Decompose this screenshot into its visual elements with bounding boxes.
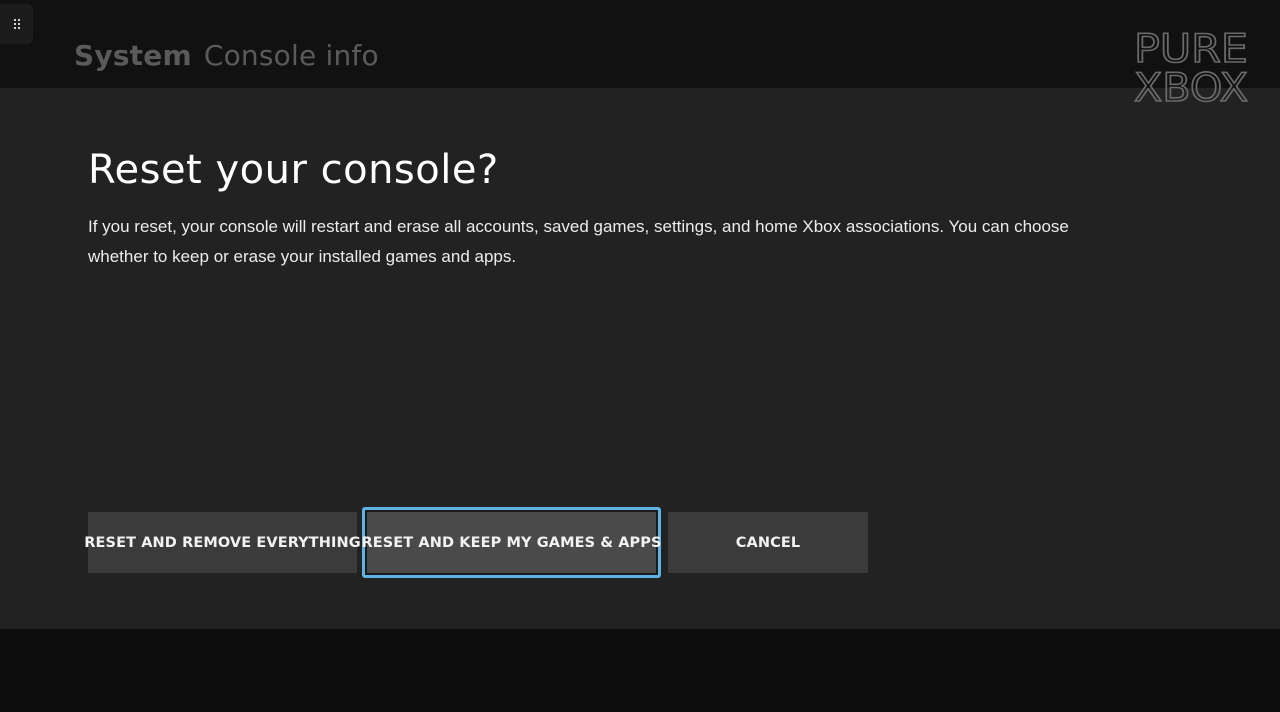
- dialog-title: Reset your console?: [88, 147, 499, 193]
- dialog-description: If you reset, your console will restart …: [88, 217, 1069, 266]
- reset-keep-games-button[interactable]: RESET AND KEEP MY GAMES & APPS: [361, 507, 661, 578]
- breadcrumb-section: System: [74, 39, 192, 72]
- grip-icon: [13, 19, 20, 29]
- top-header: System Console info: [0, 0, 1280, 88]
- breadcrumb-page: Console info: [203, 39, 379, 72]
- reset-remove-everything-button[interactable]: RESET AND REMOVE EVERYTHING: [84, 512, 361, 573]
- breadcrumb: System Console info: [74, 36, 379, 76]
- guide-menu-tab[interactable]: [0, 4, 33, 44]
- svg-text:XBOX: XBOX: [1134, 66, 1248, 108]
- xbox-screen: System Console info Reset your console? I…: [0, 0, 1280, 712]
- cancel-button[interactable]: CANCEL: [668, 512, 868, 573]
- reset-dialog: Reset your console? If you reset, your c…: [0, 88, 1280, 629]
- pure-xbox-logo: PURE XBOX: [1133, 28, 1249, 108]
